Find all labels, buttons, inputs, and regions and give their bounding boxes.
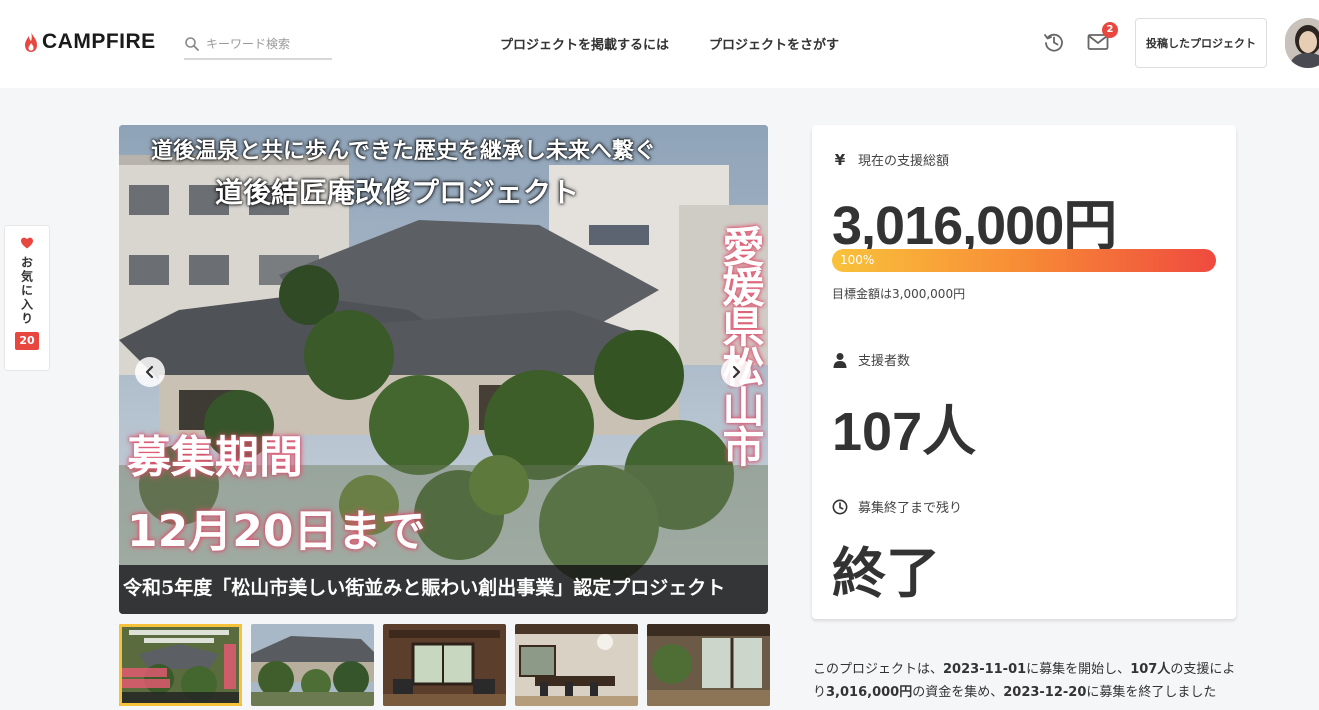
heart-icon (21, 237, 33, 249)
thumbnail-2[interactable] (251, 624, 374, 706)
summary-backers: 107人 (1130, 662, 1171, 677)
progress-bar: 100% (832, 249, 1216, 272)
hero-location: 愛媛県松山市 (716, 225, 765, 465)
summary-amount: 3,016,000円 (826, 685, 913, 700)
hero-subtitle: 道後温泉と共に歩んできた歴史を継承し未来へ繋ぐ (151, 138, 656, 164)
remain-label: 募集終了まで残り (858, 501, 963, 516)
avatar-image (1285, 18, 1319, 68)
hero-caption: 令和5年度「松山市美しい街並みと賑わい創出事業」認定プロジェクト (123, 577, 726, 599)
mail-badge: 2 (1102, 22, 1118, 38)
summary-text-4: の資金を集め、 (912, 685, 1004, 700)
thumbnail-5[interactable] (647, 624, 770, 706)
search-input[interactable] (206, 37, 316, 51)
person-icon (833, 352, 847, 368)
project-summary: このプロジェクトは、2023-11-01に募集を開始し、107人の支援により3,… (813, 658, 1243, 704)
favorite-count: 20 (15, 332, 39, 350)
chevron-right-icon (732, 365, 741, 379)
amount-label: 現在の支援総額 (858, 154, 950, 169)
nav-find-projects[interactable]: プロジェクトをさがす (709, 34, 839, 53)
search-icon (185, 37, 199, 51)
history-icon[interactable] (1042, 30, 1066, 54)
summary-end-date: 2023-12-20 (1003, 685, 1087, 700)
thumbnail-4[interactable] (515, 624, 638, 706)
amount-label-row: ¥ 現在の支援総額 (832, 150, 950, 170)
summary-text-5: に募集を終了しました (1086, 685, 1217, 700)
campfire-logo[interactable]: CAMPFIRE (24, 30, 156, 54)
clock-icon (832, 499, 848, 514)
goal-amount: 目標金額は3,000,000円 (832, 287, 966, 301)
backers-value: 107人 (832, 402, 977, 462)
thumbnail-image (647, 624, 770, 706)
chevron-left-icon (145, 365, 154, 379)
funding-stats-card: ¥ 現在の支援総額 3,016,000円 100% 目標金額は3,000,000… (812, 125, 1236, 619)
thumbnail-3[interactable] (383, 624, 506, 706)
site-header: CAMPFIRE プロジェクトを掲載するには プロジェクトをさがす 2 投稿した… (0, 0, 1319, 88)
prev-image-button[interactable] (135, 357, 165, 387)
posted-projects-button[interactable]: 投稿したプロジェクト (1135, 18, 1267, 68)
hero-deadline: 12月20日まで (127, 506, 426, 557)
favorite-tab[interactable]: お気に入り 20 (4, 225, 50, 371)
remain-value: 終了 (832, 544, 940, 604)
search-box[interactable] (184, 30, 332, 60)
thumbnail-image (119, 624, 242, 706)
thumbnail-1[interactable] (119, 624, 242, 706)
progress-percent: 100% (840, 253, 875, 267)
yen-icon: ¥ (834, 150, 846, 169)
flame-icon (25, 32, 37, 52)
summary-text-1: このプロジェクトは、 (813, 662, 944, 677)
next-image-button[interactable] (721, 357, 751, 387)
user-avatar[interactable] (1285, 18, 1319, 68)
remain-label-row: 募集終了まで残り (832, 497, 962, 516)
hero-period-label: 募集期間 (127, 432, 303, 483)
nav-how-to-post[interactable]: プロジェクトを掲載するには (500, 34, 669, 53)
hero-title: 道後結匠庵改修プロジェクト (215, 176, 580, 209)
thumbnail-image (251, 624, 374, 706)
thumbnail-image (383, 624, 506, 706)
backers-label: 支援者数 (858, 354, 911, 369)
logo-text: CAMPFIRE (42, 30, 156, 53)
summary-start-date: 2023-11-01 (943, 662, 1027, 677)
thumbnail-image (515, 624, 638, 706)
project-main-image[interactable]: 道後温泉と共に歩んできた歴史を継承し未来へ繋ぐ 道後結匠庵改修プロジェクト 愛媛… (119, 125, 768, 614)
favorite-label: お気に入り (19, 256, 34, 326)
thumbnail-strip (119, 624, 770, 706)
summary-text-2: に募集を開始し、 (1026, 662, 1131, 677)
backers-label-row: 支援者数 (832, 350, 910, 369)
